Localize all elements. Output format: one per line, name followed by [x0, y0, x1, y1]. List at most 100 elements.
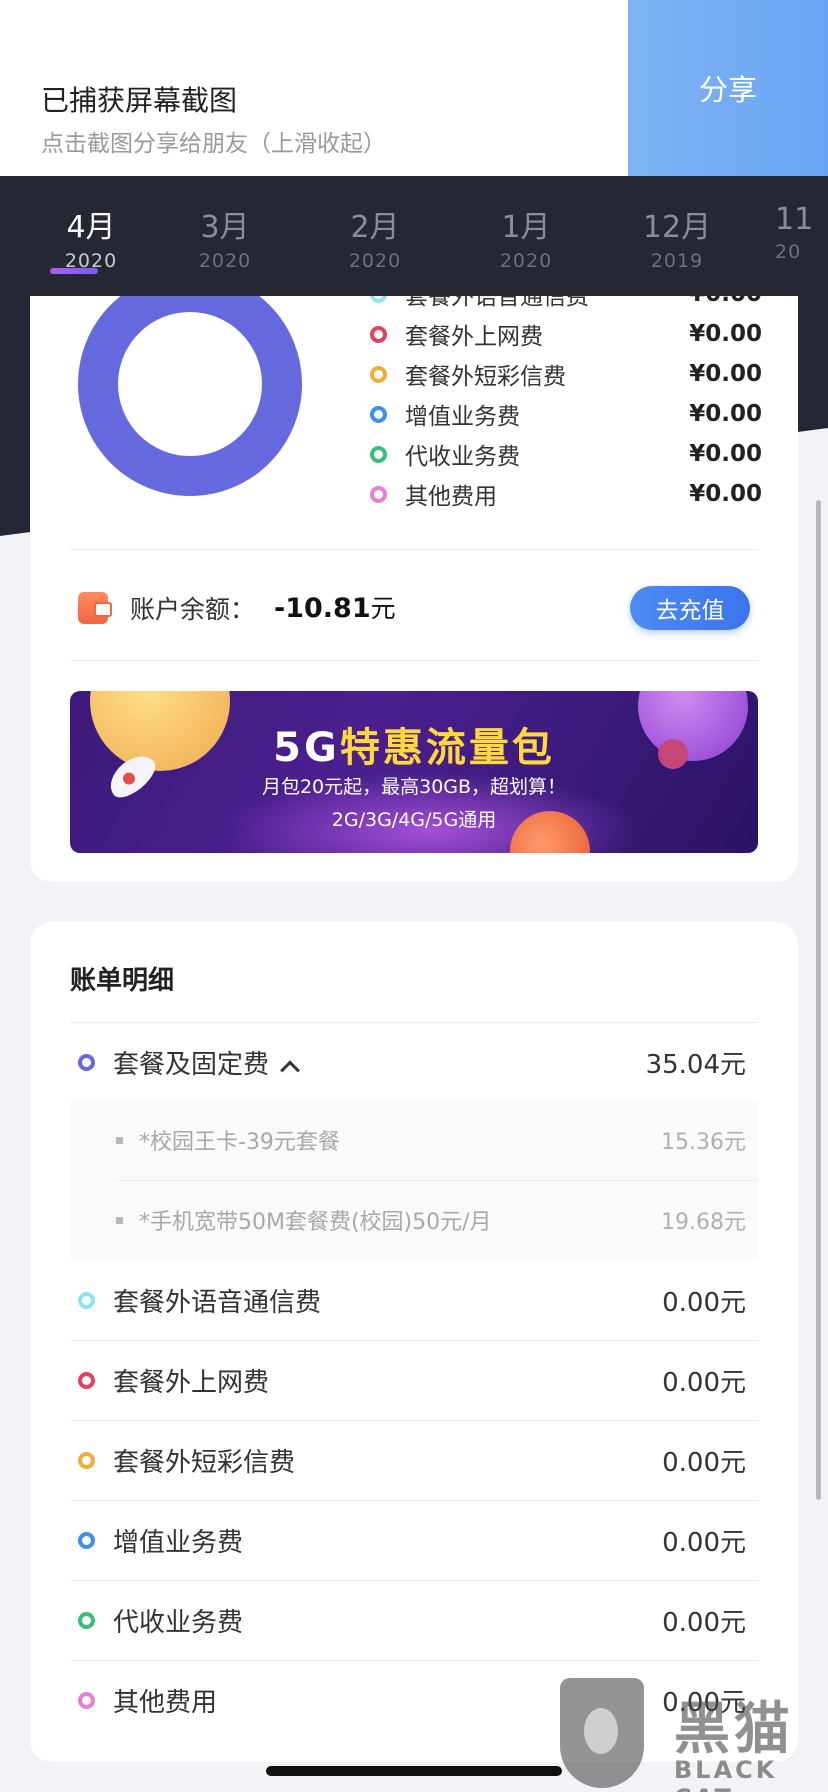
category-dot [78, 1531, 95, 1549]
balance-value: -10.81元 [274, 589, 396, 625]
category-dot [78, 1053, 95, 1071]
package-fee-row[interactable]: 套餐及固定费 35.04元 [70, 1022, 758, 1102]
legend-item: 套餐外语音通信费 ¥0.00 [370, 296, 762, 314]
banner-title: 5G特惠流量包 [70, 715, 758, 773]
legend-dot [370, 296, 387, 303]
legend-amount: ¥0.00 [689, 321, 762, 347]
tab-2020-03[interactable]: 3月 2020 [170, 202, 280, 272]
row-label: 套餐外短彩信费 [113, 1447, 296, 1478]
share-button[interactable]: 分享 [628, 0, 828, 176]
tab-month-label: 1月 [501, 210, 551, 245]
legend-item: 套餐外上网费 ¥0.00 [370, 314, 762, 354]
promo-banner-5g[interactable]: 5G特惠流量包 月包20元起，最高30GB，超划算！ 2G/3G/4G/5G通用 [70, 691, 758, 853]
bill-detail-card: 账单明细 套餐及固定费 35.04元 *校园王卡-39元套餐 15.36元 *手… [30, 922, 798, 1762]
row-amount: 0.00元 [662, 1447, 746, 1478]
legend-dot [370, 405, 387, 423]
tab-2020-04[interactable]: 4月 2020 [36, 202, 146, 272]
legend-amount: ¥0.00 [689, 296, 762, 307]
legend-label: 代收业务费 [405, 444, 520, 470]
recharge-button[interactable]: 去充值 [630, 586, 750, 630]
tab-year-label: 20 [775, 241, 802, 263]
bullet-icon [116, 1136, 123, 1144]
tab-month-label: 2月 [350, 210, 400, 245]
row-amount: 0.00元 [662, 1527, 746, 1558]
banner-title-highlight: 特惠流量包 [339, 725, 555, 771]
sub-item-row: *手机宽带50M套餐费(校园)50元/月 19.68元 [70, 1180, 758, 1260]
legend-label: 套餐外短彩信费 [405, 364, 566, 390]
sub-item-label: *校园王卡-39元套餐 [139, 1130, 340, 1155]
cat-shield-icon [560, 1678, 644, 1788]
month-tab-bar: 4月 2020 3月 2020 2月 2020 1月 2020 12月 2019… [0, 176, 828, 296]
tab-year-label: 2020 [499, 250, 553, 272]
row-amount: 0.00元 [662, 1287, 746, 1318]
row-label: 代收业务费 [113, 1607, 244, 1638]
package-sub-items: *校园王卡-39元套餐 15.36元 *手机宽带50M套餐费(校园)50元/月 … [70, 1100, 758, 1260]
bullet-icon [116, 1216, 123, 1224]
chevron-up-icon [280, 1059, 300, 1080]
active-tab-indicator [50, 268, 98, 274]
banner-subtitle: 月包20元起，最高30GB，超划算！ [261, 776, 567, 798]
detail-row-value-added[interactable]: 增值业务费 0.00元 [70, 1500, 758, 1580]
category-dot [78, 1611, 95, 1629]
sub-item-label: *手机宽带50M套餐费(校园)50元/月 [139, 1210, 492, 1235]
tab-year-label: 2020 [348, 250, 402, 272]
fee-legend: 套餐外语音通信费 ¥0.00 套餐外上网费 ¥0.00 套餐外短彩信费 ¥0.0… [370, 296, 762, 514]
tab-2019-12[interactable]: 12月 2019 [622, 202, 732, 272]
tab-year-label: 2019 [650, 250, 704, 272]
scrollbar[interactable] [816, 500, 821, 1500]
legend-label: 套餐外语音通信费 [405, 296, 589, 310]
category-dot [78, 1451, 95, 1469]
watermark-text-cn: 黑猫 [674, 1697, 794, 1762]
detail-row-voice[interactable]: 套餐外语音通信费 0.00元 [70, 1260, 758, 1340]
legend-item: 套餐外短彩信费 ¥0.00 [370, 354, 762, 394]
notice-subtitle: 点击截图分享给朋友（上滑收起） [41, 131, 386, 157]
legend-dot [370, 365, 387, 383]
legend-dot [370, 325, 387, 343]
watermark-logo: 黑猫 BLACK CAT [556, 1678, 828, 1792]
tab-month-label: 4月 [66, 210, 116, 245]
row-label: 套餐及固定费 [113, 1044, 646, 1081]
row-amount: 35.04元 [645, 1049, 746, 1080]
tab-year-label: 2020 [198, 250, 252, 272]
tab-2020-01[interactable]: 1月 2020 [471, 202, 581, 272]
category-dot [78, 1291, 95, 1309]
sub-item-amount: 19.68元 [661, 1210, 746, 1235]
watermark-text-en: BLACK CAT [674, 1756, 778, 1792]
row-amount: 0.00元 [662, 1607, 746, 1638]
legend-amount: ¥0.00 [689, 481, 762, 507]
legend-amount: ¥0.00 [689, 361, 762, 387]
banner-title-prefix: 5G [273, 725, 340, 771]
legend-label: 其他费用 [405, 484, 497, 510]
bill-summary-card: 套餐外语音通信费 ¥0.00 套餐外上网费 ¥0.00 套餐外短彩信费 ¥0.0… [30, 296, 798, 882]
row-label: 套餐外语音通信费 [113, 1287, 322, 1318]
tab-2019-11[interactable]: 11 20 [775, 202, 828, 263]
fee-donut-chart [78, 296, 302, 496]
detail-row-collection[interactable]: 代收业务费 0.00元 [70, 1580, 758, 1660]
legend-dot [370, 445, 387, 463]
legend-amount: ¥0.00 [689, 441, 762, 467]
tab-2020-02[interactable]: 2月 2020 [320, 202, 430, 272]
category-dot [78, 1371, 95, 1389]
legend-amount: ¥0.00 [689, 401, 762, 427]
balance-amount: -10.81 [274, 593, 371, 624]
home-indicator[interactable] [266, 1766, 562, 1776]
row-label-text: 套餐及固定费 [113, 1049, 270, 1080]
detail-row-data[interactable]: 套餐外上网费 0.00元 [70, 1340, 758, 1420]
wallet-icon [78, 592, 112, 624]
tab-month-label: 12月 [642, 210, 712, 245]
balance-unit: 元 [370, 594, 396, 623]
sub-item-row: *校园王卡-39元套餐 15.36元 [70, 1100, 758, 1180]
divider [70, 549, 758, 550]
legend-dot [370, 485, 387, 503]
legend-label: 增值业务费 [405, 404, 520, 430]
tab-month-label: 3月 [200, 210, 250, 245]
legend-item: 增值业务费 ¥0.00 [370, 394, 762, 434]
tab-month-label: 11 [775, 202, 814, 237]
row-amount: 0.00元 [662, 1367, 746, 1398]
balance-label: 账户余额： [130, 595, 256, 624]
row-label: 套餐外上网费 [113, 1367, 270, 1398]
banner-subtitle: 2G/3G/4G/5G通用 [331, 809, 497, 831]
divider [70, 660, 758, 661]
sub-item-amount: 15.36元 [661, 1130, 746, 1155]
detail-row-sms[interactable]: 套餐外短彩信费 0.00元 [70, 1420, 758, 1500]
